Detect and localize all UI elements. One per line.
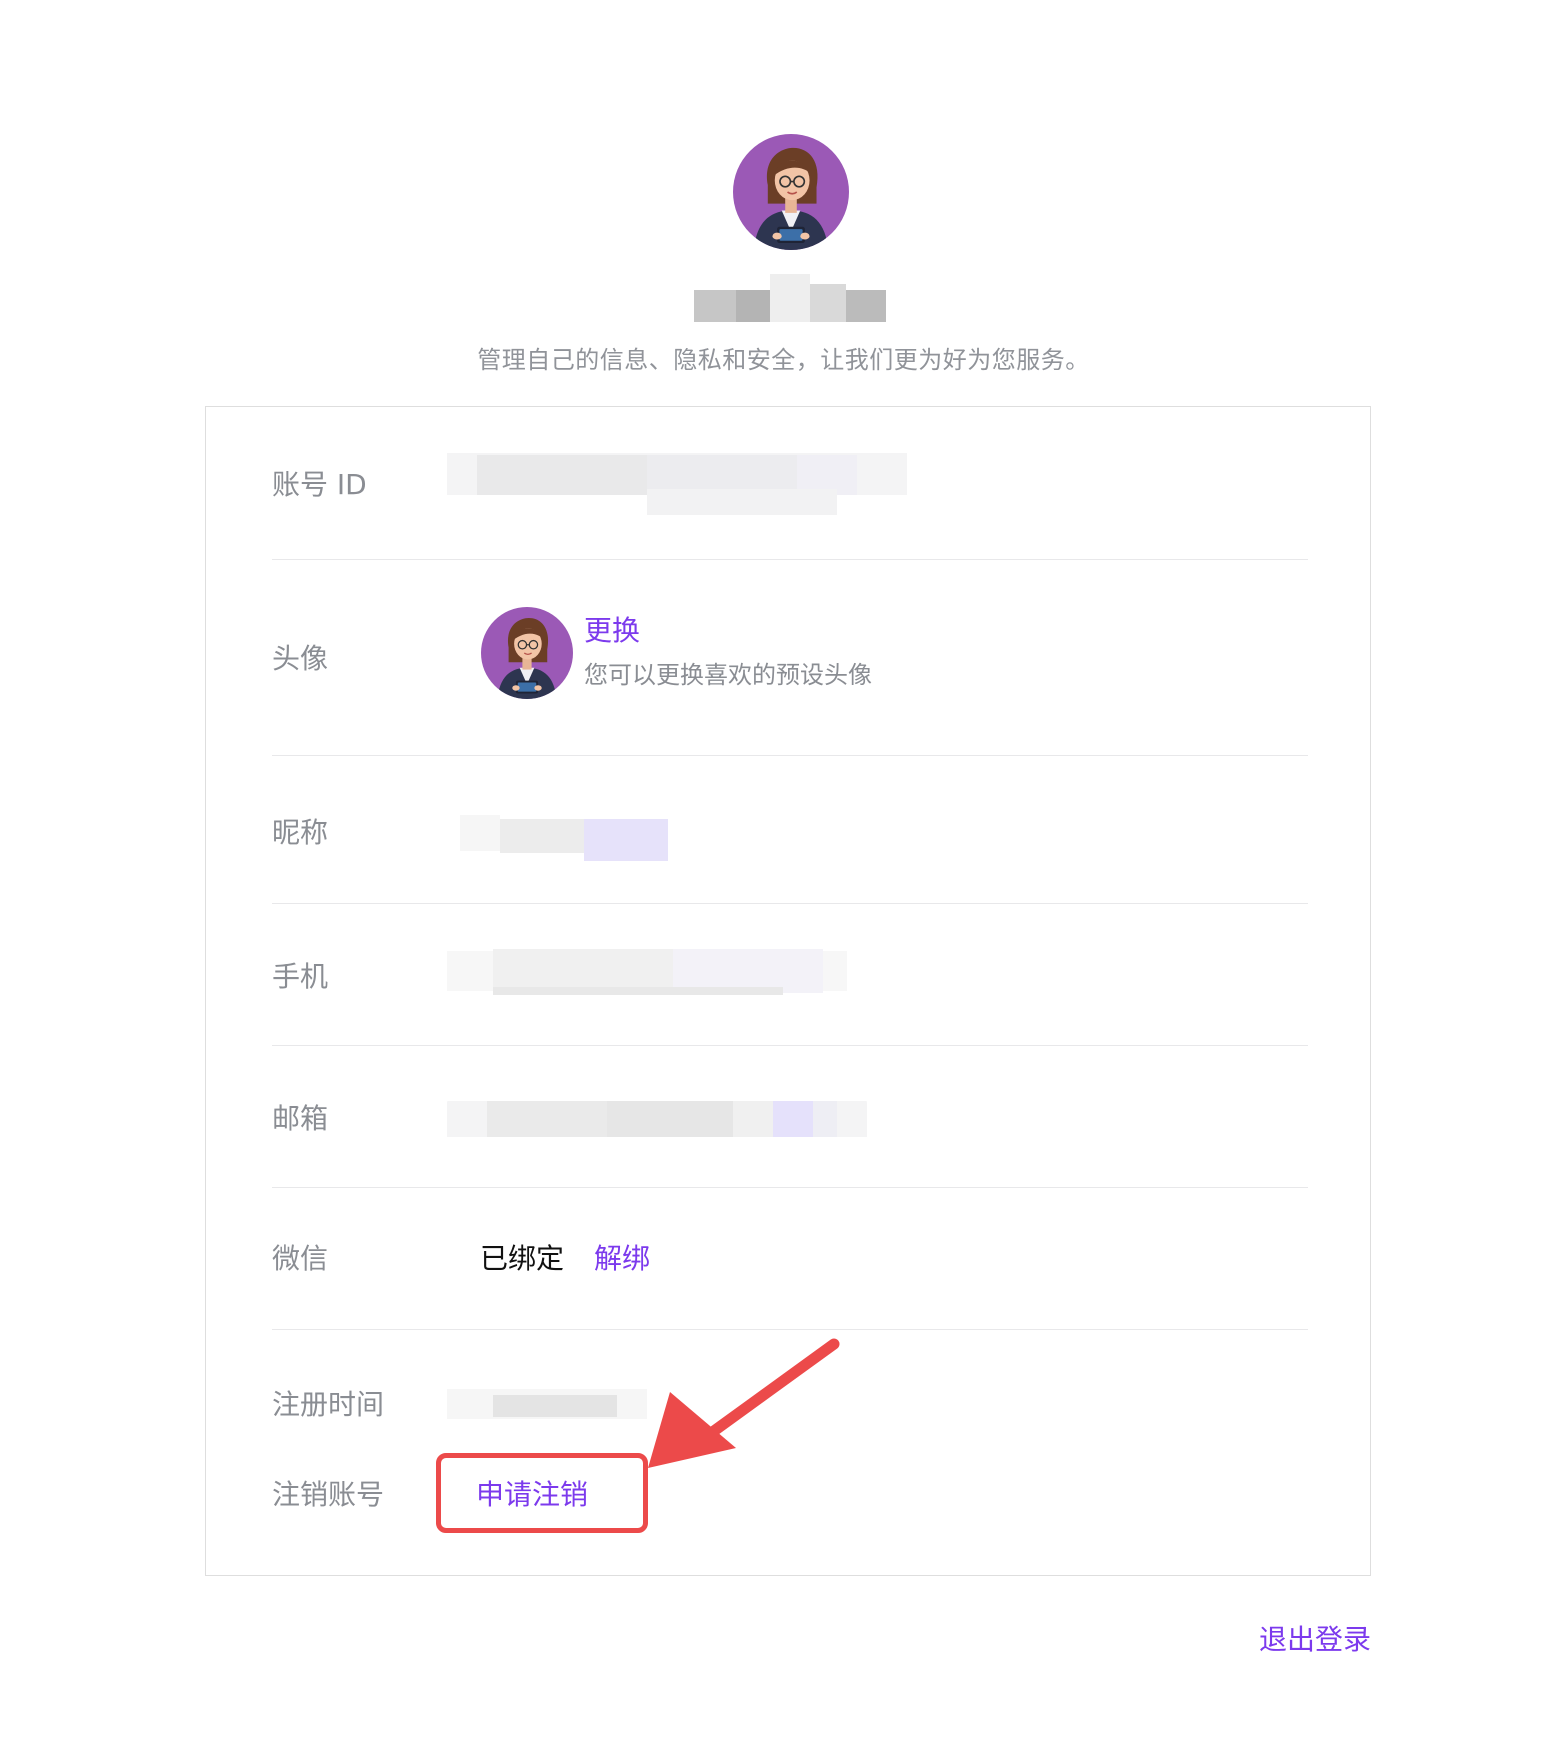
current-avatar xyxy=(481,607,573,699)
phone-label: 手机 xyxy=(272,960,329,993)
row-wechat: 微信 已绑定 解绑 xyxy=(272,1187,1308,1330)
profile-avatar xyxy=(733,134,849,250)
wechat-label: 微信 xyxy=(272,1242,329,1275)
logout-link[interactable]: 退出登录 xyxy=(1259,1618,1371,1658)
annotation-arrow-icon xyxy=(648,1338,840,1468)
nickname-redacted xyxy=(460,815,668,861)
account-id-redacted xyxy=(447,453,907,515)
change-avatar-link[interactable]: 更换 xyxy=(584,609,640,649)
row-phone: 手机 xyxy=(272,903,1308,1046)
row-account-id: 账号 ID xyxy=(272,407,1308,560)
apply-cancel-link[interactable]: 申请注销 xyxy=(476,1473,588,1513)
wechat-status: 已绑定 xyxy=(480,1242,565,1275)
row-email: 邮箱 xyxy=(272,1045,1308,1188)
page-subtitle: 管理自己的信息、隐私和安全，让我们更为好为您服务。 xyxy=(477,346,1090,374)
row-avatar: 头像 更换 您可以更换喜欢的预设头像 xyxy=(272,559,1308,756)
cancel-account-label: 注销账号 xyxy=(272,1478,385,1511)
wechat-unbind-link[interactable]: 解绑 xyxy=(594,1237,650,1277)
account-id-label: 账号 ID xyxy=(272,468,367,501)
register-time-label: 注册时间 xyxy=(272,1388,385,1421)
phone-redacted xyxy=(447,949,847,995)
nickname-label: 昵称 xyxy=(272,816,329,849)
row-nickname: 昵称 xyxy=(272,755,1308,904)
avatar-hint: 您可以更换喜欢的预设头像 xyxy=(584,661,872,689)
username-redacted xyxy=(694,274,886,322)
email-redacted xyxy=(447,1101,867,1137)
register-time-redacted xyxy=(447,1389,647,1419)
avatar-label: 头像 xyxy=(272,642,329,675)
email-label: 邮箱 xyxy=(272,1102,329,1135)
